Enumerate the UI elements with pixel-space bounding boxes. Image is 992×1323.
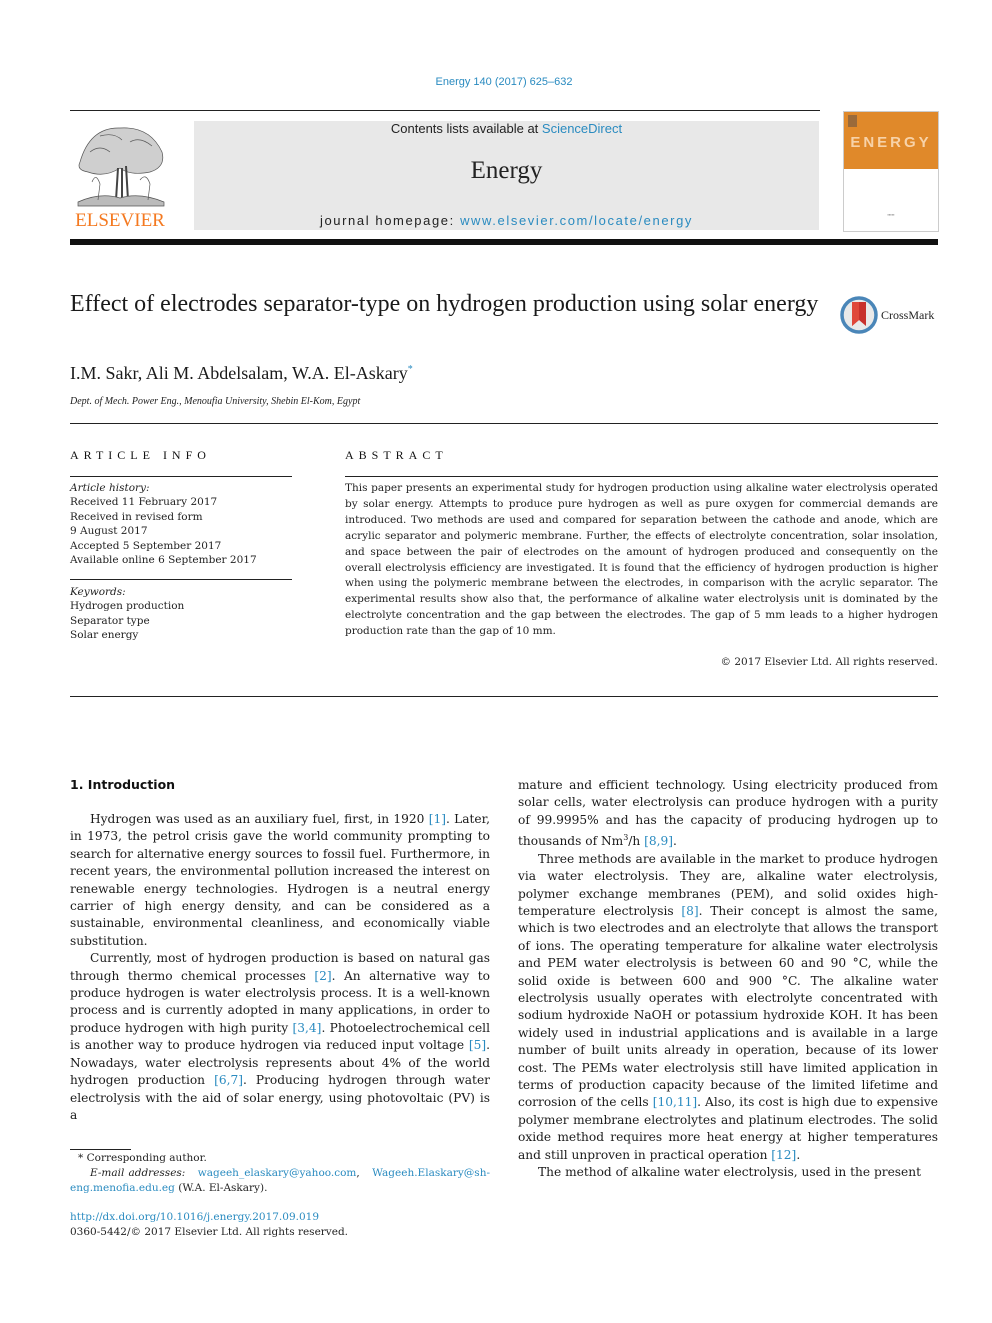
elsevier-tree-icon	[77, 127, 165, 207]
keywords: Keywords: Hydrogen production Separator …	[70, 585, 184, 643]
crossmark-label: CrossMark	[881, 308, 935, 322]
email-link-1[interactable]: wageeh_elaskary@yahoo.com	[198, 1167, 357, 1179]
doi-link[interactable]: http://dx.doi.org/10.1016/j.energy.2017.…	[70, 1211, 319, 1223]
citation-link[interactable]: [5]	[469, 1038, 486, 1052]
text-run: . Later, in 1973, the petrol crisis gave…	[70, 812, 490, 948]
journal-name: Energy	[470, 157, 543, 184]
corresponding-author-mark[interactable]: *	[408, 364, 413, 375]
citation-link[interactable]: [8,9]	[644, 834, 673, 848]
citation-link[interactable]: [10,11]	[653, 1095, 697, 1109]
abstract-copyright: © 2017 Elsevier Ltd. All rights reserved…	[720, 656, 938, 668]
body-paragraph: Hydrogen was used as an auxiliary fuel, …	[70, 811, 490, 950]
cover-title: ENERGY	[850, 134, 932, 151]
text-run: Hydrogen was used as an auxiliary fuel, …	[90, 812, 429, 826]
homepage-prefix: journal homepage:	[319, 213, 461, 228]
journal-banner: Contents lists available at ScienceDirec…	[194, 121, 819, 230]
homepage-line: journal homepage: www.elsevier.com/locat…	[194, 213, 819, 228]
article-history: Article history: Received 11 February 20…	[70, 481, 257, 567]
citation-link[interactable]: [3,4]	[293, 1021, 322, 1035]
text-run: .	[796, 1147, 801, 1162]
cover-publisher-badge-icon	[848, 115, 857, 127]
corresponding-author-note: * Corresponding author.	[70, 1151, 490, 1166]
body-paragraph: Three methods are available in the marke…	[518, 851, 938, 1164]
text-run: mature and efficient technology. Using e…	[518, 778, 938, 849]
keyword-item: Hydrogen production	[70, 600, 185, 613]
text-run: .	[673, 834, 677, 849]
abstract-rule	[345, 476, 938, 477]
text-run: /h	[628, 834, 645, 849]
article-info-heading: ARTICLE INFO	[70, 448, 211, 462]
body-paragraph: mature and efficient technology. Using e…	[518, 777, 938, 851]
keywords-rule	[70, 579, 292, 580]
citation-link[interactable]: [2]	[314, 969, 331, 983]
cover-orange-band: ENERGY	[844, 112, 938, 169]
history-item: Received in revised form	[70, 510, 203, 523]
authors: I.M. Sakr, Ali M. Abdelsalam, W.A. El-As…	[70, 363, 408, 383]
history-item: 9 August 2017	[70, 525, 148, 538]
header-thick-rule	[70, 239, 938, 245]
elsevier-logo[interactable]: ELSEVIER	[70, 122, 170, 232]
issn-copyright: 0360-5442/© 2017 Elsevier Ltd. All right…	[70, 1226, 349, 1238]
text-run: The method of alkaline water electrolysi…	[538, 1165, 922, 1179]
keywords-label: Keywords:	[70, 586, 126, 598]
abstract-heading: ABSTRACT	[345, 448, 448, 462]
journal-cover-thumbnail[interactable]: ENERGY ▪▪▪▪▪	[843, 111, 939, 232]
contents-line: Contents lists available at ScienceDirec…	[194, 121, 819, 136]
keyword-item: Separator type	[70, 614, 150, 627]
footnote: * Corresponding author. E-mail addresses…	[70, 1151, 490, 1195]
body-paragraph: Currently, most of hydrogen production i…	[70, 950, 490, 1124]
cover-footer: ▪▪▪▪▪	[887, 212, 895, 217]
citation-link[interactable]: [1]	[429, 812, 446, 826]
sciencedirect-link[interactable]: ScienceDirect	[542, 121, 622, 136]
keyword-item: Solar energy	[70, 629, 139, 642]
footnote-mark: *	[78, 1152, 84, 1164]
crossmark-badge[interactable]: CrossMark	[840, 296, 940, 336]
journal-homepage-link[interactable]: www.elsevier.com/locate/energy	[460, 213, 693, 228]
citation-link[interactable]: [12]	[771, 1148, 796, 1162]
elsevier-wordmark: ELSEVIER	[75, 210, 165, 231]
article-title: Effect of electrodes separator-type on h…	[70, 291, 819, 317]
body-paragraph: The method of alkaline water electrolysi…	[518, 1164, 938, 1181]
history-label: Article history:	[70, 482, 150, 494]
history-item: Available online 6 September 2017	[70, 554, 257, 567]
affiliation-rule	[70, 423, 938, 424]
email-owner: (W.A. El-Askary).	[178, 1181, 268, 1194]
corresponding-label: Corresponding author.	[86, 1152, 207, 1164]
header-rule	[70, 110, 820, 111]
citation-link[interactable]: [8]	[681, 904, 698, 918]
history-item: Accepted 5 September 2017	[70, 539, 222, 552]
journal-citation-link[interactable]: Energy 140 (2017) 625–632	[0, 76, 992, 88]
email-label: E-mail addresses:	[90, 1166, 186, 1179]
article-info-rule	[70, 476, 292, 477]
affiliation: Dept. of Mech. Power Eng., Menoufia Univ…	[70, 396, 361, 407]
body-column-left: Hydrogen was used as an auxiliary fuel, …	[70, 811, 490, 1124]
footnote-rule	[70, 1149, 131, 1150]
contents-prefix: Contents lists available at	[390, 121, 542, 136]
abstract-end-rule	[70, 696, 938, 697]
section-heading-introduction: 1. Introduction	[70, 777, 176, 792]
citation-link[interactable]: [6,7]	[214, 1073, 243, 1087]
email-note: E-mail addresses: wageeh_elaskary@yahoo.…	[70, 1166, 491, 1194]
abstract-text: This paper presents an experimental stud…	[345, 482, 938, 638]
history-item: Received 11 February 2017	[70, 496, 218, 509]
text-run: . Their concept is almost the same, whic…	[518, 903, 938, 1110]
author-list: I.M. Sakr, Ali M. Abdelsalam, W.A. El-As…	[70, 363, 413, 384]
crossmark-icon	[840, 296, 878, 334]
body-column-right: mature and efficient technology. Using e…	[518, 777, 938, 1181]
